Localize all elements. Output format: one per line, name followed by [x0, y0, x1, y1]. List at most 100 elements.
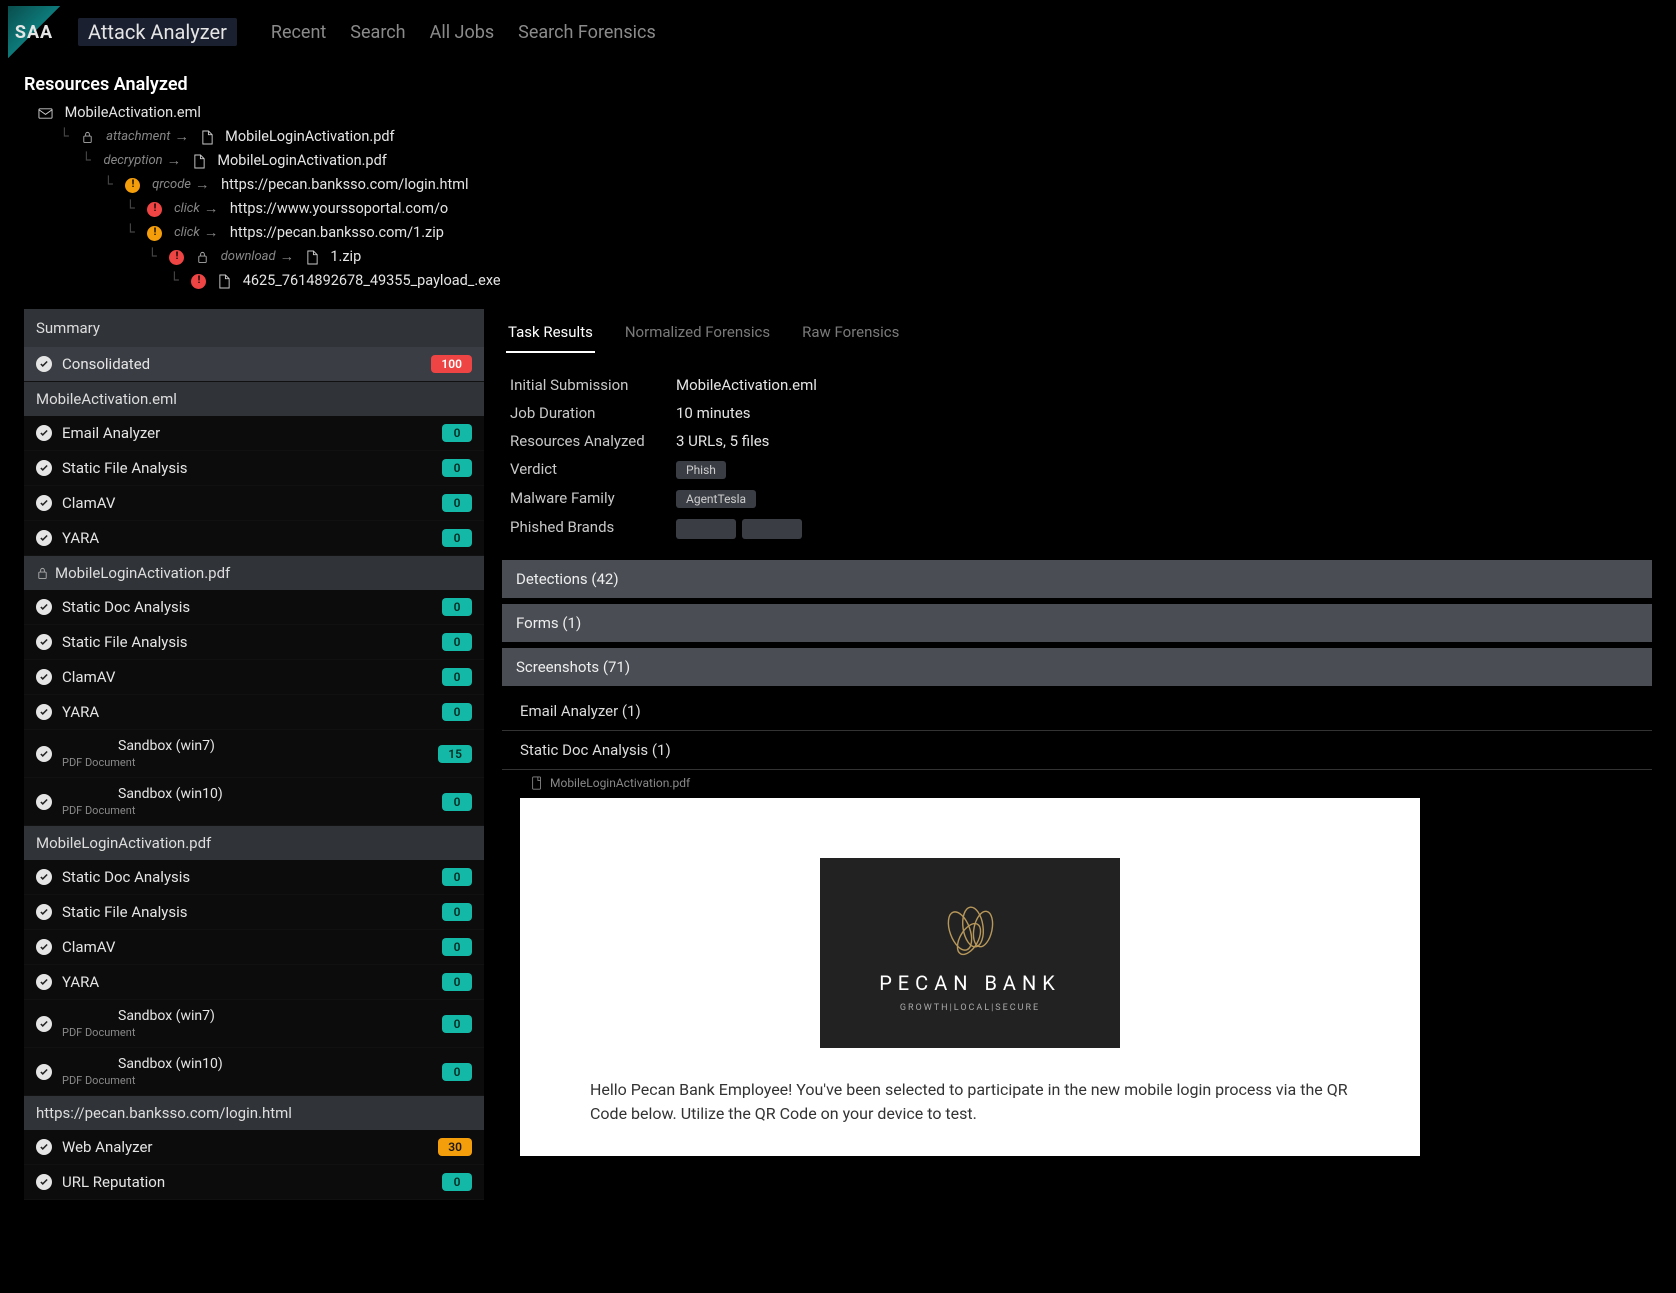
- summary-item[interactable]: YARA0: [24, 695, 484, 730]
- meta-key: Resources Analyzed: [510, 432, 660, 450]
- summary-item[interactable]: ClamAV0: [24, 660, 484, 695]
- item-label: YARA: [62, 529, 432, 547]
- meta-key: Job Duration: [510, 404, 660, 422]
- status-red-icon: !: [191, 274, 206, 289]
- check-icon: [36, 356, 52, 372]
- meta-value: MobileActivation.eml: [676, 376, 817, 394]
- check-icon: [36, 495, 52, 511]
- pecan-logo-icon: [925, 893, 1015, 963]
- check-icon: [36, 794, 52, 810]
- meta-row: Resources Analyzed3 URLs, 5 files: [510, 427, 1644, 455]
- count-badge: 0: [442, 903, 472, 921]
- item-label: ClamAV: [62, 668, 432, 686]
- nav-recent[interactable]: Recent: [271, 22, 326, 43]
- item-label: YARA: [62, 973, 432, 991]
- summary-item[interactable]: Web Analyzer30: [24, 1130, 484, 1165]
- tree-type-label: download: [221, 245, 276, 269]
- tree-node[interactable]: └ ! click→ https://pecan.banksso.com/1.z…: [24, 221, 1652, 245]
- summary-item[interactable]: Static Doc Analysis0: [24, 590, 484, 625]
- count-badge: 0: [442, 938, 472, 956]
- item-label: URL Reputation: [62, 1173, 432, 1191]
- count-badge: 0: [442, 459, 472, 477]
- summary-item[interactable]: Sandbox (win10)PDF Document0: [24, 778, 484, 826]
- accordion-detections[interactable]: Detections (42): [502, 560, 1652, 598]
- check-icon: [36, 904, 52, 920]
- check-icon: [36, 599, 52, 615]
- screenshot-section[interactable]: Static Doc Analysis (1): [502, 731, 1652, 770]
- chip: Phish: [676, 461, 726, 479]
- app-name: Attack Analyzer: [78, 18, 237, 46]
- tree-node[interactable]: └ decryption→ MobileLoginActivation.pdf: [24, 149, 1652, 173]
- check-icon: [36, 869, 52, 885]
- summary-item[interactable]: ClamAV0: [24, 930, 484, 965]
- brand-card: PECAN BANK GROWTH|LOCAL|SECURE: [820, 858, 1120, 1048]
- summary-item[interactable]: Static File Analysis0: [24, 625, 484, 660]
- summary-item[interactable]: YARA 0: [24, 521, 484, 556]
- check-icon: [36, 974, 52, 990]
- summary-item[interactable]: ClamAV 0: [24, 486, 484, 521]
- tree-node[interactable]: └ ! click→ https://www.yourssoportal.com…: [24, 197, 1652, 221]
- task-meta: Initial SubmissionMobileActivation.emlJo…: [502, 365, 1652, 560]
- count-badge: 0: [442, 1015, 472, 1033]
- tab-normalized-forensics[interactable]: Normalized Forensics: [623, 315, 772, 353]
- summary-item[interactable]: Sandbox (win7) PDF Document 0: [24, 1000, 484, 1048]
- check-icon: [36, 634, 52, 650]
- tree-node-label: MobileLoginActivation.pdf: [217, 149, 386, 173]
- item-label: Sandbox (win7): [62, 738, 428, 754]
- summary-item[interactable]: Sandbox (win10)PDF Document0: [24, 1048, 484, 1096]
- file-icon: [306, 250, 319, 265]
- meta-row: Job Duration10 minutes: [510, 399, 1644, 427]
- consolidated-row[interactable]: Consolidated 100: [24, 347, 484, 382]
- tree-node[interactable]: MobileActivation.eml: [24, 101, 1652, 125]
- lock-icon: [81, 130, 94, 144]
- screenshot-section[interactable]: Email Analyzer (1): [502, 692, 1652, 731]
- accordion-forms[interactable]: Forms (1): [502, 604, 1652, 642]
- count-badge: 0: [442, 868, 472, 886]
- mail-icon: [38, 106, 53, 121]
- summary-item[interactable]: Sandbox (win7)PDF Document15: [24, 730, 484, 778]
- tab-raw-forensics[interactable]: Raw Forensics: [800, 315, 901, 353]
- lock-icon: [36, 566, 49, 580]
- summary-item[interactable]: Static Doc Analysis0: [24, 860, 484, 895]
- meta-row: Initial SubmissionMobileActivation.eml: [510, 371, 1644, 399]
- summary-sidebar: Summary Consolidated 100 MobileActivatio…: [24, 309, 484, 1200]
- count-badge: 0: [442, 1063, 472, 1081]
- item-label: ClamAV: [62, 494, 432, 512]
- tree-node[interactable]: └ ! download→ 1.zip: [24, 245, 1652, 269]
- nav-search[interactable]: Search: [350, 22, 405, 43]
- brand-tagline: GROWTH|LOCAL|SECURE: [900, 1003, 1040, 1013]
- meta-key: Phished Brands: [510, 518, 660, 539]
- summary-group-header: https://pecan.banksso.com/login.html: [24, 1096, 484, 1130]
- brand-name: PECAN BANK: [879, 971, 1061, 995]
- summary-item[interactable]: Email Analyzer0: [24, 416, 484, 451]
- count-badge: 0: [442, 494, 472, 512]
- accordion-screenshots[interactable]: Screenshots (71): [502, 648, 1652, 686]
- check-icon: [36, 530, 52, 546]
- summary-item[interactable]: Static File Analysis0: [24, 451, 484, 486]
- meta-row: Malware FamilyAgentTesla: [510, 484, 1644, 513]
- count-badge: 0: [442, 529, 472, 547]
- tree-node[interactable]: └ ! 4625_7614892678_49355_payload_.exe: [24, 269, 1652, 293]
- doc-body-text: Hello Pecan Bank Employee! You've been s…: [590, 1078, 1350, 1126]
- tree-node[interactable]: └ ! qrcode→ https://pecan.banksso.com/lo…: [24, 173, 1652, 197]
- summary-item[interactable]: Static File Analysis0: [24, 895, 484, 930]
- check-icon: [36, 704, 52, 720]
- item-sublabel: PDF Document: [62, 756, 428, 769]
- summary-item[interactable]: YARA0: [24, 965, 484, 1000]
- nav-search-forensics[interactable]: Search Forensics: [518, 22, 656, 43]
- tree-node[interactable]: └ attachment→ MobileLoginActivation.pdf: [24, 125, 1652, 149]
- tab-task-results[interactable]: Task Results: [506, 315, 595, 353]
- item-label: Email Analyzer: [62, 424, 432, 442]
- app-logo: SAA: [8, 6, 60, 58]
- file-icon: [193, 154, 206, 169]
- content-tabs: Task Results Normalized Forensics Raw Fore…: [502, 309, 1652, 353]
- item-label: Sandbox (win7): [62, 1008, 432, 1024]
- meta-value: AgentTesla: [676, 489, 762, 508]
- tree-type-label: decryption: [103, 149, 162, 173]
- check-icon: [36, 1016, 52, 1032]
- top-nav: SAA Attack Analyzer Recent Search All Jobs…: [0, 0, 1676, 64]
- nav-all-jobs[interactable]: All Jobs: [430, 22, 495, 43]
- item-sublabel: PDF Document: [62, 1026, 432, 1039]
- summary-item[interactable]: URL Reputation0: [24, 1165, 484, 1200]
- resources-tree: Resources Analyzed MobileActivation.eml└…: [0, 64, 1676, 309]
